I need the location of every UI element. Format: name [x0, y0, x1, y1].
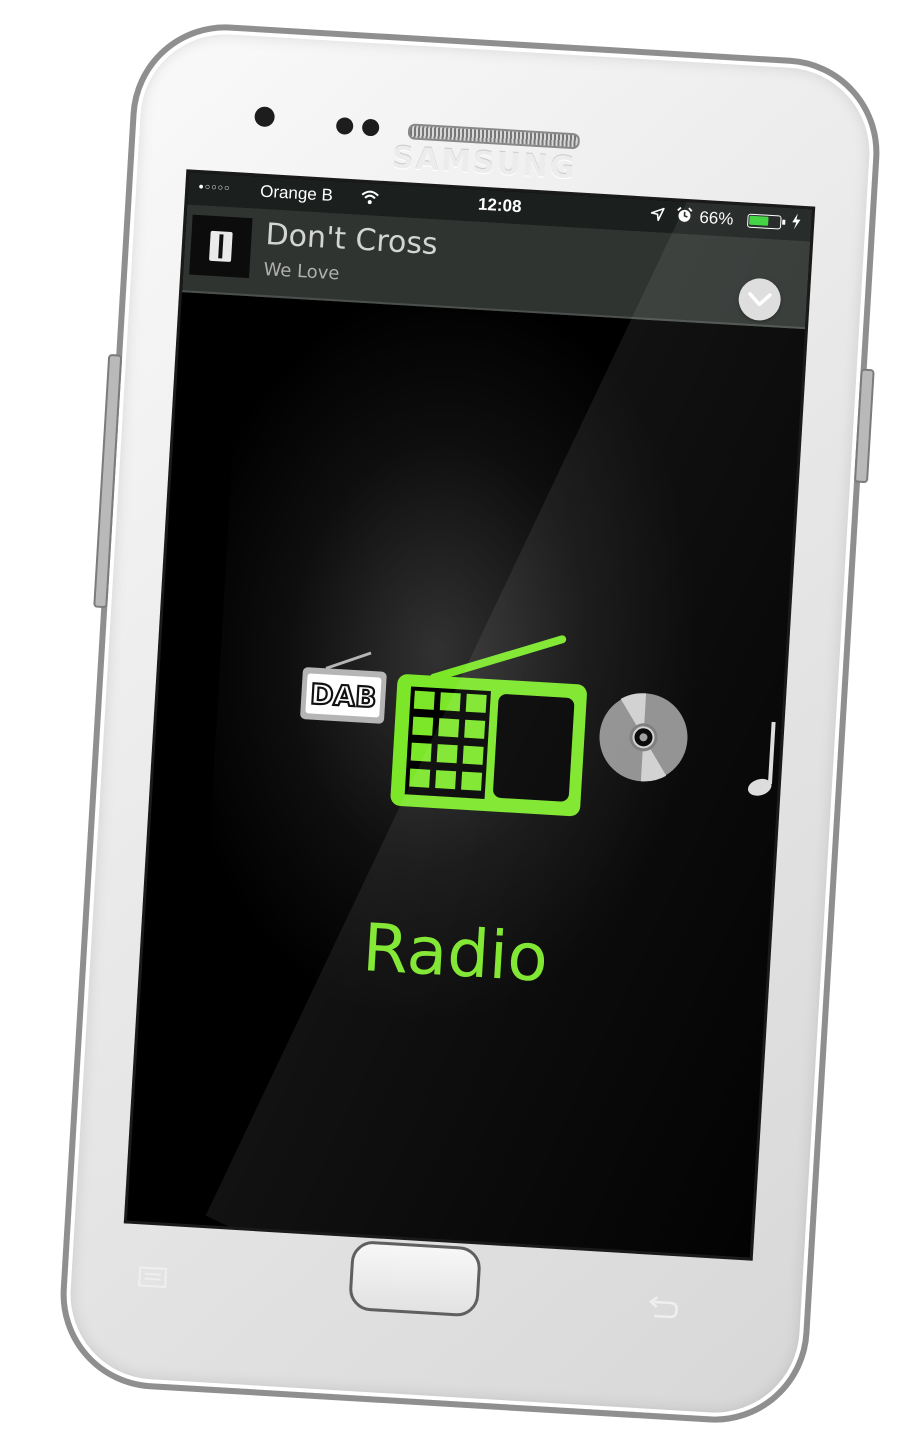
album-art[interactable] — [189, 214, 253, 279]
back-arrow-icon — [649, 1296, 678, 1319]
collapse-button[interactable] — [737, 277, 782, 322]
battery-level-fill — [749, 215, 769, 226]
source-carousel[interactable]: DAB — [149, 612, 786, 889]
power-button[interactable] — [853, 368, 875, 484]
menu-icon — [138, 1266, 168, 1288]
screen: ●○○○○ Orange B 12:08 66% Don't Cross We … — [126, 172, 813, 1258]
track-artist: We Love — [262, 258, 341, 285]
dab-radio-icon: DAB — [300, 651, 387, 724]
music-note-icon — [748, 721, 776, 796]
selected-source-label: Radio — [360, 909, 551, 997]
album-art-image — [208, 230, 233, 263]
cd-icon — [599, 693, 688, 782]
source-cd[interactable] — [594, 688, 693, 787]
source-radio[interactable] — [381, 625, 598, 827]
battery-icon — [746, 213, 786, 230]
battery-nub — [782, 219, 786, 225]
volume-button[interactable] — [93, 353, 123, 609]
alarm-icon — [675, 205, 694, 229]
source-music[interactable] — [743, 716, 788, 808]
chevron-down-icon — [748, 292, 772, 307]
radio-icon — [390, 635, 587, 817]
source-dab[interactable]: DAB — [297, 645, 394, 730]
proximity-sensor — [335, 117, 354, 136]
light-sensor — [361, 118, 380, 137]
menu-key[interactable] — [127, 1263, 178, 1292]
phone-frame: SAMSUNG ●○○○○ Orange B 12:08 66% Don't C… — [55, 18, 885, 1429]
track-title: Don't Cross — [264, 217, 439, 263]
location-icon — [649, 206, 666, 226]
back-key[interactable] — [636, 1293, 688, 1326]
home-button[interactable] — [348, 1239, 482, 1318]
battery-percent: 66% — [698, 207, 734, 229]
stage: SAMSUNG ●○○○○ Orange B 12:08 66% Don't C… — [0, 0, 913, 1431]
charging-icon — [791, 213, 802, 233]
dab-label: DAB — [309, 678, 377, 715]
front-camera — [254, 106, 276, 128]
